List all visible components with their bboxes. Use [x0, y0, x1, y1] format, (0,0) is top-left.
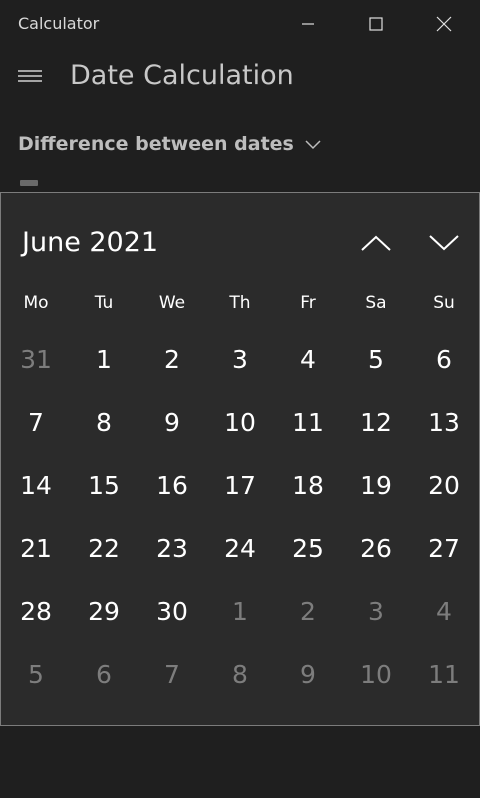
calendar-day[interactable]: 1 — [70, 328, 138, 391]
page-title: Date Calculation — [70, 60, 294, 91]
calendar-day[interactable]: 17 — [206, 454, 274, 517]
weekday-header: Fr — [300, 293, 316, 313]
calendar-day[interactable]: 27 — [410, 517, 478, 580]
calendar-day[interactable]: 23 — [138, 517, 206, 580]
previous-month-button[interactable] — [356, 229, 396, 257]
calendar-day[interactable]: 8 — [70, 391, 138, 454]
calendar-day[interactable]: 29 — [70, 580, 138, 643]
calendar-day-outside-month[interactable]: 6 — [70, 643, 138, 706]
calendar-day-outside-month[interactable]: 11 — [410, 643, 478, 706]
weekday-header: Th — [229, 293, 251, 313]
month-year-header[interactable]: June 2021 — [22, 227, 158, 258]
calendar-day-outside-month[interactable]: 10 — [342, 643, 410, 706]
calendar-day[interactable]: 21 — [2, 517, 70, 580]
calendar-day[interactable]: 24 — [206, 517, 274, 580]
calendar-day-outside-month[interactable]: 4 — [410, 580, 478, 643]
app-title: Calculator — [18, 14, 100, 33]
calendar-day[interactable]: 26 — [342, 517, 410, 580]
header: Date Calculation — [0, 50, 480, 110]
calendar-flyout: June 2021 Mo Tu We Th Fr Sa Su 31 1 2 3 4 5 6 7 8 9 10 11 1… — [0, 192, 480, 726]
calendar-day[interactable]: 4 — [274, 328, 342, 391]
calendar-day[interactable]: 9 — [138, 391, 206, 454]
calendar-day-outside-month[interactable]: 31 — [2, 328, 70, 391]
hamburger-icon — [18, 70, 42, 82]
chevron-down-icon — [305, 140, 321, 150]
calendar-day[interactable]: 2 — [138, 328, 206, 391]
weekday-header: We — [158, 293, 186, 313]
close-button[interactable] — [410, 0, 478, 48]
title-bar: Calculator — [0, 0, 480, 48]
navigation-menu-button[interactable] — [14, 60, 46, 92]
calendar-day-outside-month[interactable]: 2 — [274, 580, 342, 643]
minimize-button[interactable] — [274, 0, 342, 48]
calendar-day[interactable]: 14 — [2, 454, 70, 517]
chevron-up-icon — [361, 235, 391, 251]
calendar-day[interactable]: 28 — [2, 580, 70, 643]
calendar-day-outside-month[interactable]: 7 — [138, 643, 206, 706]
weekday-header: Mo — [23, 293, 49, 313]
calendar-day[interactable]: 22 — [70, 517, 138, 580]
weekday-header: Tu — [94, 293, 114, 313]
calendar-day[interactable]: 5 — [342, 328, 410, 391]
calendar-day[interactable]: 15 — [70, 454, 138, 517]
obscured-label-fragment — [20, 180, 38, 186]
close-icon — [436, 16, 452, 32]
calendar-day[interactable]: 7 — [2, 391, 70, 454]
calendar-day[interactable]: 30 — [138, 580, 206, 643]
calendar-day[interactable]: 18 — [274, 454, 342, 517]
chevron-down-icon — [429, 235, 459, 251]
calendar-day-outside-month[interactable]: 8 — [206, 643, 274, 706]
calculation-mode-label: Difference between dates — [18, 133, 294, 155]
calculation-mode-dropdown[interactable]: Difference between dates — [18, 130, 322, 158]
calendar-day-outside-month[interactable]: 9 — [274, 643, 342, 706]
maximize-icon — [369, 17, 383, 31]
calendar-day[interactable]: 16 — [138, 454, 206, 517]
calendar-day[interactable]: 3 — [206, 328, 274, 391]
calendar-day-outside-month[interactable]: 5 — [2, 643, 70, 706]
calendar-day[interactable]: 11 — [274, 391, 342, 454]
calendar-day[interactable]: 12 — [342, 391, 410, 454]
calendar-day[interactable]: 25 — [274, 517, 342, 580]
next-month-button[interactable] — [424, 229, 464, 257]
calendar-day[interactable]: 6 — [410, 328, 478, 391]
minimize-icon — [302, 23, 314, 25]
calendar-day-outside-month[interactable]: 3 — [342, 580, 410, 643]
calendar-day[interactable]: 20 — [410, 454, 478, 517]
calendar-day[interactable]: 10 — [206, 391, 274, 454]
weekday-header: Sa — [365, 293, 387, 313]
calendar-day[interactable]: 13 — [410, 391, 478, 454]
calendar-day-outside-month[interactable]: 1 — [206, 580, 274, 643]
maximize-button[interactable] — [342, 0, 410, 48]
weekday-header: Su — [433, 293, 455, 313]
calendar-day[interactable]: 19 — [342, 454, 410, 517]
